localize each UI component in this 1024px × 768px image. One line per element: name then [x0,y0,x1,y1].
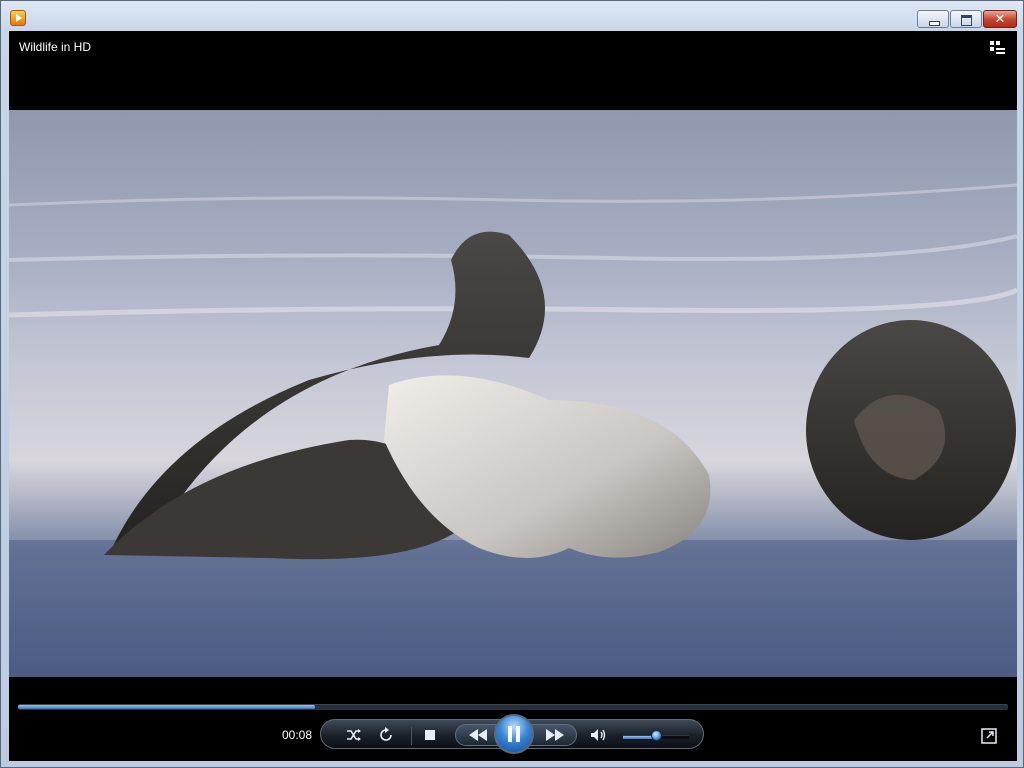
seek-progress [18,705,315,709]
minimize-button[interactable] [917,10,949,28]
video-player: Wildlife in HD 00:08 [9,31,1017,761]
transport-controls [320,714,704,754]
pause-icon [508,726,520,742]
shuffle-button[interactable] [343,725,365,745]
mute-button[interactable] [587,725,611,745]
repeat-button[interactable] [375,725,397,745]
video-title: Wildlife in HD [19,40,92,54]
switch-to-library-icon [990,41,1005,54]
maximize-button[interactable] [950,10,982,28]
close-icon: ✕ [994,11,1006,26]
sand-shadow [9,540,1017,677]
fullscreen-button[interactable] [981,728,997,744]
video-frame[interactable] [9,110,1017,677]
media-player-icon[interactable] [10,10,26,26]
stop-icon [425,730,435,740]
titlebar[interactable]: ✕ [1,1,1023,31]
elapsed-time: 00:08 [282,728,313,742]
pause-button[interactable] [494,714,534,754]
close-button[interactable]: ✕ [983,10,1017,28]
stop-button[interactable] [419,725,441,745]
seek-bar[interactable] [18,704,1008,710]
repeat-icon [380,727,392,741]
shuffle-icon [347,729,361,741]
separator [411,727,412,745]
video-still [9,110,1017,677]
volume-icon [591,729,606,741]
volume-thumb[interactable] [651,730,662,741]
media-player-window: ✕ Wildlife in HD 00:08 [0,0,1024,768]
switch-to-library-button[interactable] [989,40,1007,56]
fullscreen-icon [981,728,997,744]
